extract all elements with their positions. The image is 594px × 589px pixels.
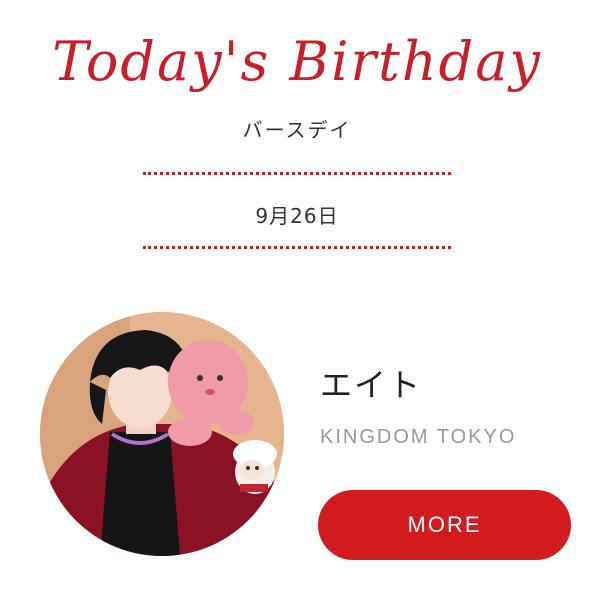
- profile-photo-icon: [40, 312, 284, 556]
- script-title-graphic: Today's Birthday: [52, 30, 542, 93]
- more-button-label: MORE: [407, 512, 482, 537]
- script-title-text: Today's Birthday: [52, 30, 542, 93]
- page-subtitle: バースデイ: [242, 118, 352, 142]
- cast-name: エイト: [320, 366, 423, 404]
- divider-top: [143, 172, 451, 175]
- more-button[interactable]: MORE: [318, 490, 571, 560]
- shop-name: KINGDOM TOKYO: [320, 426, 517, 448]
- divider-bottom: [143, 246, 451, 249]
- birthday-date: 9月26日: [255, 204, 339, 228]
- script-title: Today's Birthday: [0, 14, 594, 104]
- avatar[interactable]: [40, 312, 284, 556]
